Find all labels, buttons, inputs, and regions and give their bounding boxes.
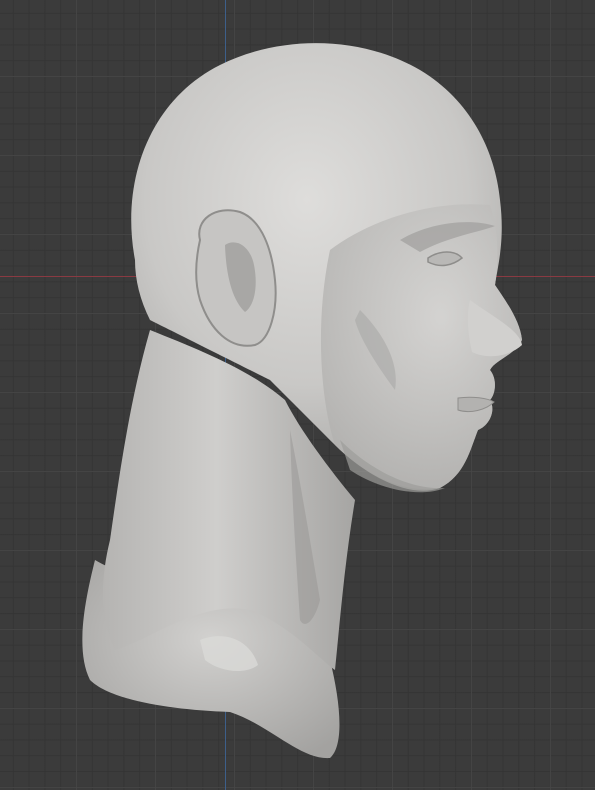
3d-viewport[interactable] <box>0 0 595 790</box>
sculpted-head-model[interactable] <box>0 0 595 790</box>
